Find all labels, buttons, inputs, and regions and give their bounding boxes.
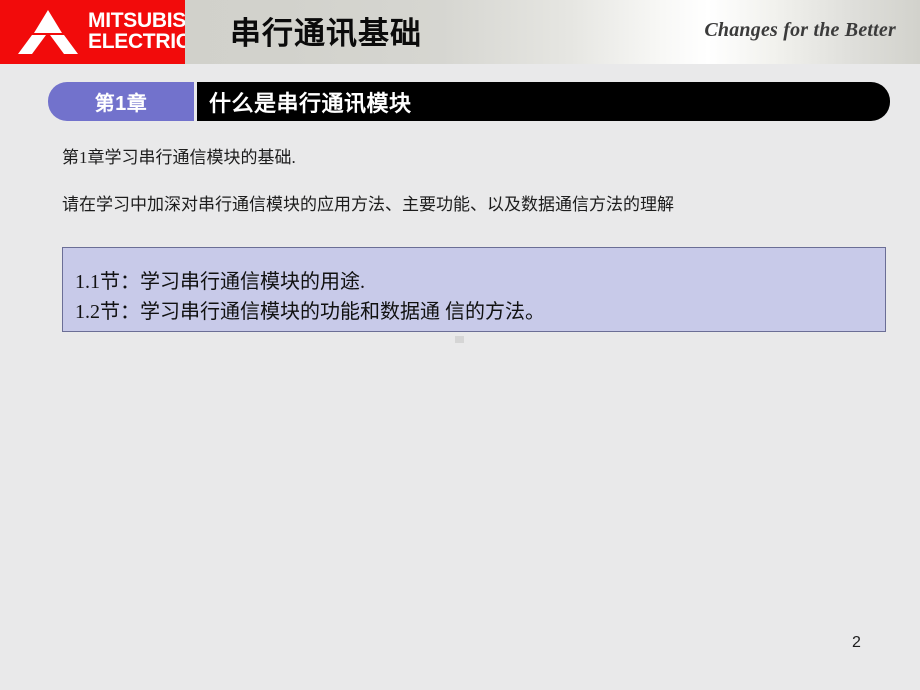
- page-number: 2: [852, 634, 861, 651]
- logo-wordmark: MITSUBISHI ELECTRIC: [88, 9, 185, 53]
- page-title: 串行通讯基础: [230, 16, 422, 51]
- slide-canvas: MITSUBISHI ELECTRIC 串行通讯基础 Changes for t…: [0, 0, 920, 690]
- brand-tagline: Changes for the Better: [704, 19, 896, 41]
- decorative-marker: [455, 336, 464, 343]
- body-paragraph-1: 第1章学习串行通信模块的基础.: [62, 148, 296, 167]
- header-divider: [0, 64, 920, 66]
- section-summary-line-2: 1.2节：学习串行通信模块的功能和数据通 信的方法。: [75, 301, 545, 323]
- chapter-heading-bar: 什么是串行通讯模块: [197, 82, 890, 121]
- mitsubishi-three-diamonds-icon: [18, 10, 78, 54]
- chapter-badge: 第1章: [48, 82, 194, 121]
- slide-header: MITSUBISHI ELECTRIC 串行通讯基础 Changes for t…: [0, 0, 920, 66]
- mitsubishi-electric-logo: MITSUBISHI ELECTRIC: [0, 0, 185, 64]
- chapter-heading-label: 什么是串行通讯模块: [209, 90, 412, 116]
- section-summary-line-1: 1.1节：学习串行通信模块的用途.: [75, 271, 365, 293]
- body-paragraph-2: 请在学习中加深对串行通信模块的应用方法、主要功能、以及数据通信方法的理解: [62, 195, 674, 214]
- logo-wordmark-line2: ELECTRIC: [88, 29, 185, 53]
- chapter-banner: 第1章 什么是串行通讯模块: [0, 82, 920, 122]
- logo-wordmark-line1: MITSUBISHI: [88, 9, 185, 32]
- section-summary-box: 1.1节：学习串行通信模块的用途. 1.2节：学习串行通信模块的功能和数据通 信…: [62, 247, 886, 332]
